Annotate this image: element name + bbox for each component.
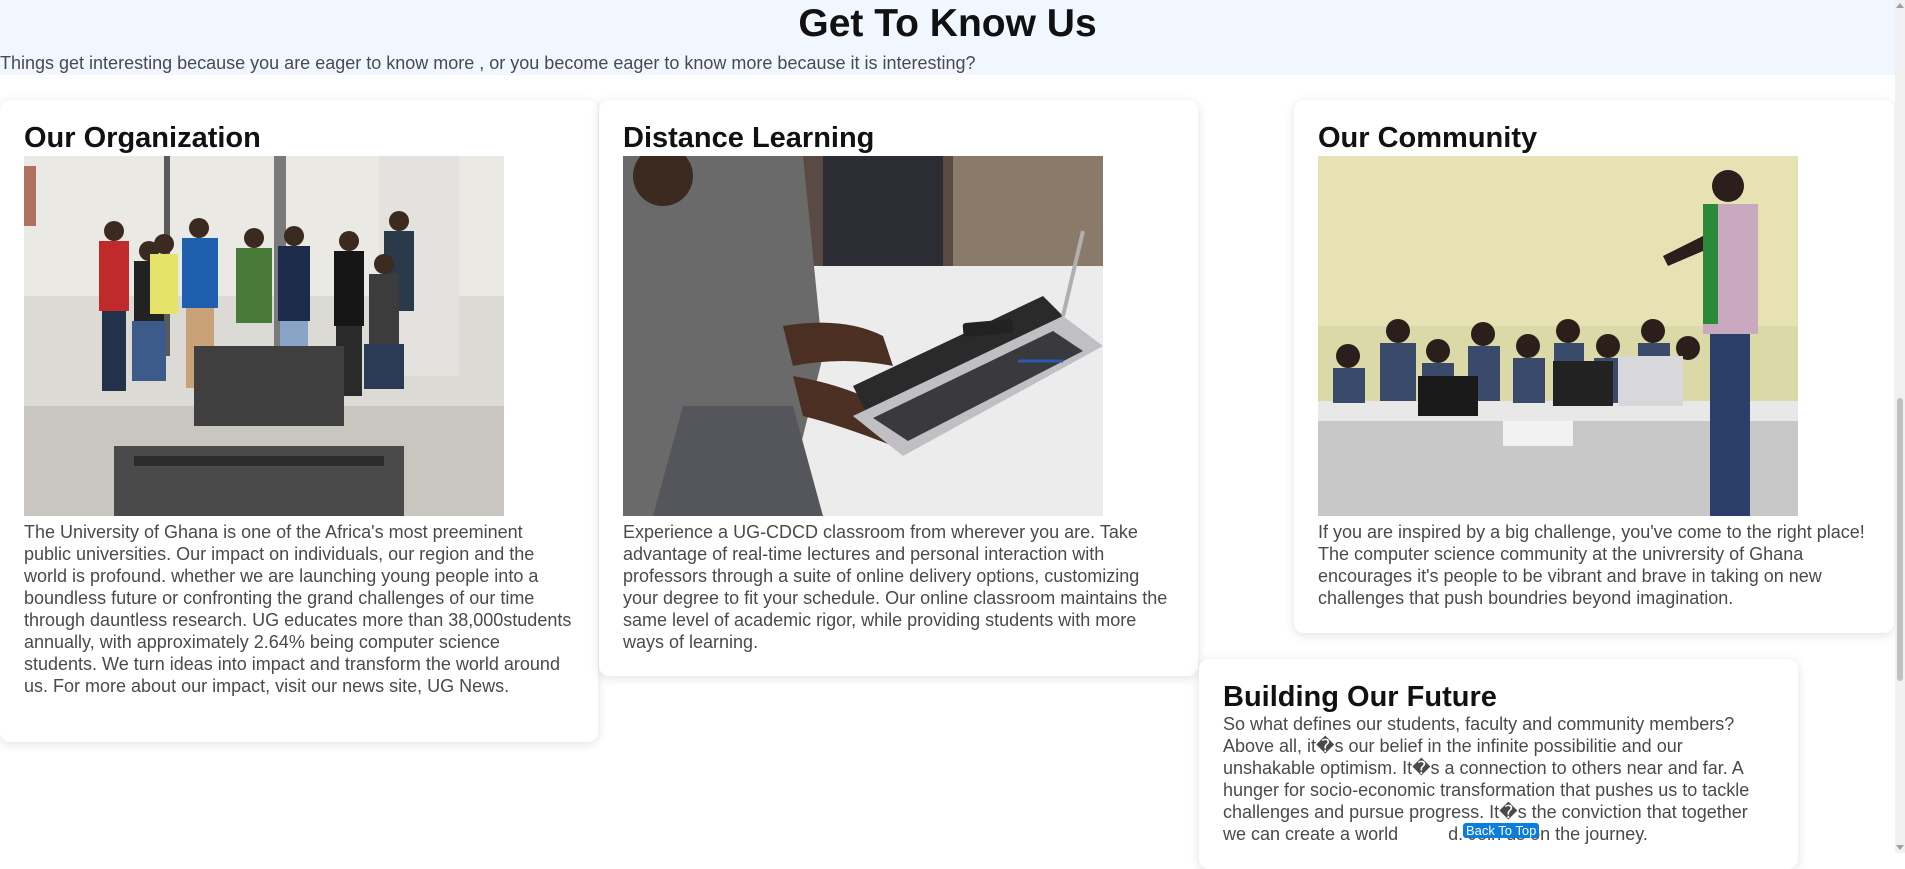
page-subtitle: Things get interesting because you are e… bbox=[0, 53, 976, 73]
scrollbar-thumb[interactable] bbox=[1897, 398, 1903, 681]
page-scrollbar[interactable] bbox=[1895, 0, 1905, 853]
card-our-organization: Our Organization The University of Ghana… bbox=[0, 100, 598, 742]
card-title: Distance Learning bbox=[623, 122, 875, 154]
card-text: The University of Ghana is one of the Af… bbox=[24, 522, 572, 696]
scroll-down-arrow-icon[interactable] bbox=[1896, 845, 1904, 850]
card-our-community: Our Community If you are inspired by a b… bbox=[1294, 100, 1894, 633]
classroom-lecture-image bbox=[1318, 156, 1798, 516]
card-title: Our Organization bbox=[24, 122, 261, 154]
card-text: If you are inspired by a big challenge, … bbox=[1318, 522, 1865, 608]
scroll-up-arrow-icon[interactable] bbox=[1896, 3, 1904, 8]
card-title: Building Our Future bbox=[1223, 681, 1497, 713]
card-distance-learning: Distance Learning Experience a UG-CDCD c… bbox=[599, 100, 1198, 676]
group-photo-image bbox=[24, 156, 504, 516]
page-title: Get To Know Us bbox=[798, 2, 1097, 45]
card-title: Our Community bbox=[1318, 122, 1538, 154]
card-text: Experience a UG-CDCD classroom from wher… bbox=[623, 522, 1168, 652]
laptop-typing-image bbox=[623, 156, 1103, 516]
section-header: Get To Know Us Things get interesting be… bbox=[0, 0, 1895, 75]
back-to-top-button[interactable]: Back To Top bbox=[1463, 823, 1540, 838]
